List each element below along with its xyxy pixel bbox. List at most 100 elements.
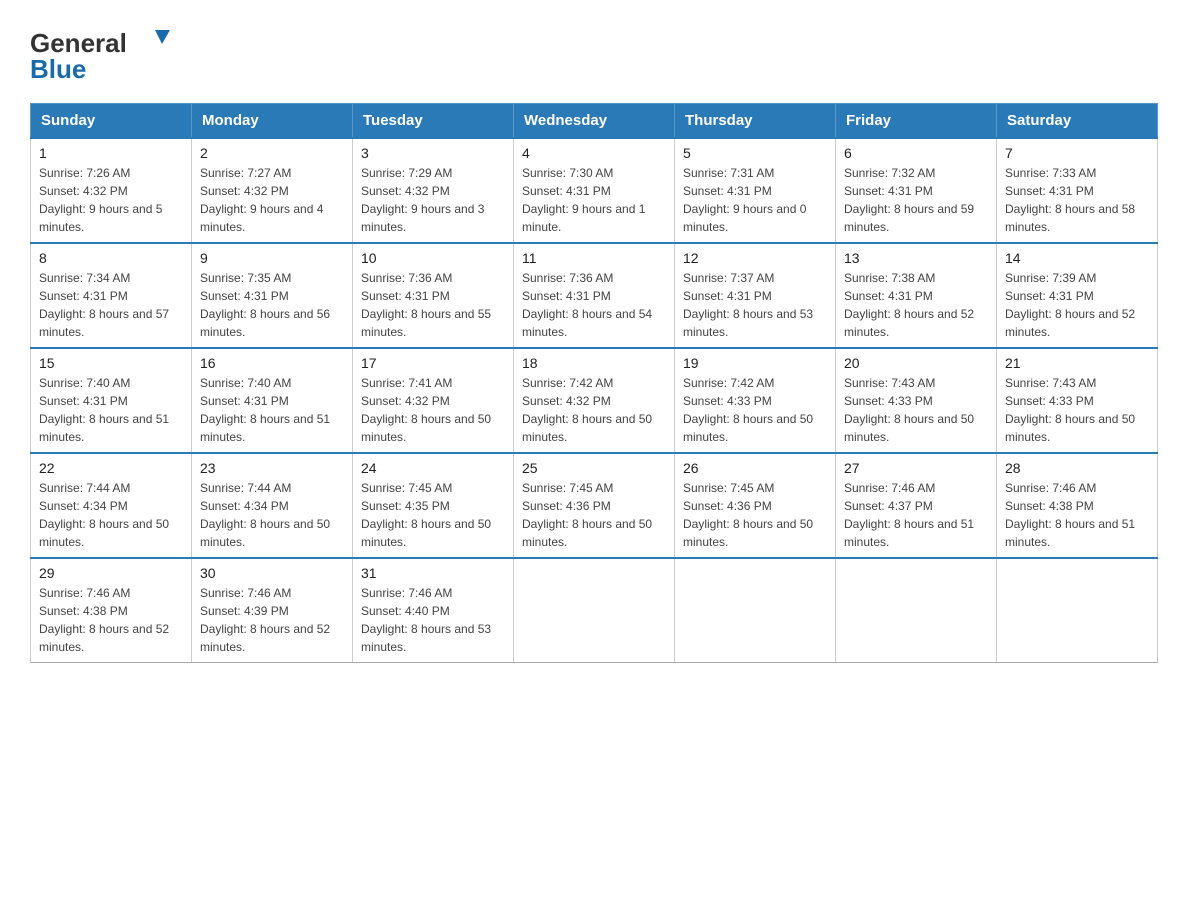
calendar-cell: 28 Sunrise: 7:46 AMSunset: 4:38 PMDayligh… xyxy=(997,453,1158,558)
col-header-monday: Monday xyxy=(192,104,353,139)
day-info: Sunrise: 7:31 AMSunset: 4:31 PMDaylight:… xyxy=(683,164,827,236)
day-info: Sunrise: 7:43 AMSunset: 4:33 PMDaylight:… xyxy=(844,374,988,446)
day-info: Sunrise: 7:30 AMSunset: 4:31 PMDaylight:… xyxy=(522,164,666,236)
calendar-cell: 12 Sunrise: 7:37 AMSunset: 4:31 PMDayligh… xyxy=(675,243,836,348)
day-info: Sunrise: 7:36 AMSunset: 4:31 PMDaylight:… xyxy=(361,269,505,341)
day-info: Sunrise: 7:36 AMSunset: 4:31 PMDaylight:… xyxy=(522,269,666,341)
week-row-4: 22 Sunrise: 7:44 AMSunset: 4:34 PMDayligh… xyxy=(31,453,1158,558)
calendar-cell: 17 Sunrise: 7:41 AMSunset: 4:32 PMDayligh… xyxy=(353,348,514,453)
calendar-cell: 13 Sunrise: 7:38 AMSunset: 4:31 PMDayligh… xyxy=(836,243,997,348)
day-number: 14 xyxy=(1005,250,1149,266)
calendar-cell: 1 Sunrise: 7:26 AMSunset: 4:32 PMDaylight… xyxy=(31,138,192,243)
week-row-2: 8 Sunrise: 7:34 AMSunset: 4:31 PMDaylight… xyxy=(31,243,1158,348)
calendar-cell: 20 Sunrise: 7:43 AMSunset: 4:33 PMDayligh… xyxy=(836,348,997,453)
calendar-cell: 19 Sunrise: 7:42 AMSunset: 4:33 PMDayligh… xyxy=(675,348,836,453)
day-number: 12 xyxy=(683,250,827,266)
day-number: 5 xyxy=(683,145,827,161)
day-number: 26 xyxy=(683,460,827,476)
col-header-thursday: Thursday xyxy=(675,104,836,139)
day-info: Sunrise: 7:44 AMSunset: 4:34 PMDaylight:… xyxy=(200,479,344,551)
day-info: Sunrise: 7:37 AMSunset: 4:31 PMDaylight:… xyxy=(683,269,827,341)
day-info: Sunrise: 7:27 AMSunset: 4:32 PMDaylight:… xyxy=(200,164,344,236)
calendar-cell: 6 Sunrise: 7:32 AMSunset: 4:31 PMDaylight… xyxy=(836,138,997,243)
calendar-cell: 24 Sunrise: 7:45 AMSunset: 4:35 PMDayligh… xyxy=(353,453,514,558)
day-info: Sunrise: 7:45 AMSunset: 4:35 PMDaylight:… xyxy=(361,479,505,551)
calendar-cell xyxy=(997,558,1158,663)
day-number: 31 xyxy=(361,565,505,581)
day-info: Sunrise: 7:46 AMSunset: 4:37 PMDaylight:… xyxy=(844,479,988,551)
calendar-cell: 7Sunrise: 7:33 AMSunset: 4:31 PMDaylight… xyxy=(997,138,1158,243)
week-row-1: 1 Sunrise: 7:26 AMSunset: 4:32 PMDaylight… xyxy=(31,138,1158,243)
calendar-cell: 14Sunrise: 7:39 AMSunset: 4:31 PMDayligh… xyxy=(997,243,1158,348)
day-info: Sunrise: 7:35 AMSunset: 4:31 PMDaylight:… xyxy=(200,269,344,341)
svg-text:Blue: Blue xyxy=(30,54,86,84)
calendar-table: SundayMondayTuesdayWednesdayThursdayFrid… xyxy=(30,103,1158,663)
day-number: 8 xyxy=(39,250,183,266)
calendar-cell: 9Sunrise: 7:35 AMSunset: 4:31 PMDaylight… xyxy=(192,243,353,348)
day-info: Sunrise: 7:38 AMSunset: 4:31 PMDaylight:… xyxy=(844,269,988,341)
day-number: 24 xyxy=(361,460,505,476)
day-number: 10 xyxy=(361,250,505,266)
day-number: 22 xyxy=(39,460,183,476)
page-header: General Blue xyxy=(30,20,1158,85)
day-info: Sunrise: 7:46 AMSunset: 4:38 PMDaylight:… xyxy=(1005,479,1149,551)
day-info: Sunrise: 7:45 AMSunset: 4:36 PMDaylight:… xyxy=(522,479,666,551)
day-number: 15 xyxy=(39,355,183,371)
day-info: Sunrise: 7:45 AMSunset: 4:36 PMDaylight:… xyxy=(683,479,827,551)
calendar-cell: 31Sunrise: 7:46 AMSunset: 4:40 PMDayligh… xyxy=(353,558,514,663)
day-info: Sunrise: 7:32 AMSunset: 4:31 PMDaylight:… xyxy=(844,164,988,236)
calendar-cell: 16 Sunrise: 7:40 AMSunset: 4:31 PMDayligh… xyxy=(192,348,353,453)
day-info: Sunrise: 7:46 AMSunset: 4:38 PMDaylight:… xyxy=(39,584,183,656)
calendar-header-row: SundayMondayTuesdayWednesdayThursdayFrid… xyxy=(31,104,1158,139)
week-row-3: 15 Sunrise: 7:40 AMSunset: 4:31 PMDayligh… xyxy=(31,348,1158,453)
calendar-cell: 29Sunrise: 7:46 AMSunset: 4:38 PMDayligh… xyxy=(31,558,192,663)
calendar-cell xyxy=(675,558,836,663)
calendar-cell: 25Sunrise: 7:45 AMSunset: 4:36 PMDayligh… xyxy=(514,453,675,558)
day-info: Sunrise: 7:29 AMSunset: 4:32 PMDaylight:… xyxy=(361,164,505,236)
day-number: 18 xyxy=(522,355,666,371)
day-info: Sunrise: 7:41 AMSunset: 4:32 PMDaylight:… xyxy=(361,374,505,446)
day-info: Sunrise: 7:40 AMSunset: 4:31 PMDaylight:… xyxy=(39,374,183,446)
logo-svg: General Blue xyxy=(30,20,170,85)
col-header-sunday: Sunday xyxy=(31,104,192,139)
day-number: 6 xyxy=(844,145,988,161)
calendar-cell: 5 Sunrise: 7:31 AMSunset: 4:31 PMDaylight… xyxy=(675,138,836,243)
col-header-saturday: Saturday xyxy=(997,104,1158,139)
day-number: 27 xyxy=(844,460,988,476)
day-number: 28 xyxy=(1005,460,1149,476)
day-number: 17 xyxy=(361,355,505,371)
day-number: 1 xyxy=(39,145,183,161)
calendar-cell: 22Sunrise: 7:44 AMSunset: 4:34 PMDayligh… xyxy=(31,453,192,558)
day-number: 21 xyxy=(1005,355,1149,371)
day-number: 19 xyxy=(683,355,827,371)
day-info: Sunrise: 7:26 AMSunset: 4:32 PMDaylight:… xyxy=(39,164,183,236)
week-row-5: 29Sunrise: 7:46 AMSunset: 4:38 PMDayligh… xyxy=(31,558,1158,663)
day-number: 7 xyxy=(1005,145,1149,161)
day-number: 3 xyxy=(361,145,505,161)
day-info: Sunrise: 7:43 AMSunset: 4:33 PMDaylight:… xyxy=(1005,374,1149,446)
col-header-tuesday: Tuesday xyxy=(353,104,514,139)
calendar-cell: 18 Sunrise: 7:42 AMSunset: 4:32 PMDayligh… xyxy=(514,348,675,453)
calendar-cell: 10 Sunrise: 7:36 AMSunset: 4:31 PMDayligh… xyxy=(353,243,514,348)
col-header-friday: Friday xyxy=(836,104,997,139)
day-number: 30 xyxy=(200,565,344,581)
calendar-cell: 11Sunrise: 7:36 AMSunset: 4:31 PMDayligh… xyxy=(514,243,675,348)
day-number: 16 xyxy=(200,355,344,371)
day-number: 4 xyxy=(522,145,666,161)
calendar-cell xyxy=(836,558,997,663)
day-info: Sunrise: 7:40 AMSunset: 4:31 PMDaylight:… xyxy=(200,374,344,446)
calendar-cell xyxy=(514,558,675,663)
calendar-cell: 3 Sunrise: 7:29 AMSunset: 4:32 PMDaylight… xyxy=(353,138,514,243)
day-info: Sunrise: 7:42 AMSunset: 4:32 PMDaylight:… xyxy=(522,374,666,446)
calendar-cell: 23 Sunrise: 7:44 AMSunset: 4:34 PMDayligh… xyxy=(192,453,353,558)
day-number: 13 xyxy=(844,250,988,266)
calendar-cell: 26 Sunrise: 7:45 AMSunset: 4:36 PMDayligh… xyxy=(675,453,836,558)
day-number: 20 xyxy=(844,355,988,371)
calendar-cell: 2Sunrise: 7:27 AMSunset: 4:32 PMDaylight… xyxy=(192,138,353,243)
calendar-cell: 8 Sunrise: 7:34 AMSunset: 4:31 PMDaylight… xyxy=(31,243,192,348)
day-info: Sunrise: 7:34 AMSunset: 4:31 PMDaylight:… xyxy=(39,269,183,341)
calendar-cell: 27 Sunrise: 7:46 AMSunset: 4:37 PMDayligh… xyxy=(836,453,997,558)
logo: General Blue xyxy=(30,20,170,85)
day-number: 23 xyxy=(200,460,344,476)
day-info: Sunrise: 7:42 AMSunset: 4:33 PMDaylight:… xyxy=(683,374,827,446)
